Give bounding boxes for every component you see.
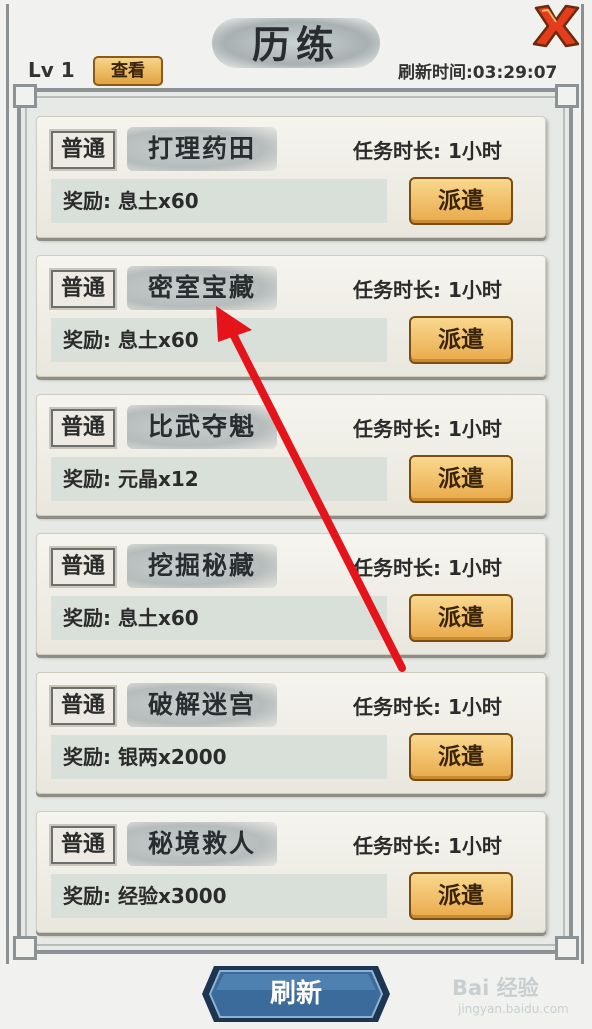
task-reward: 奖励: 息土x60 <box>63 189 199 213</box>
task-name: 破解迷宫 <box>147 690 256 719</box>
task-name: 比武夺魁 <box>147 412 256 441</box>
task-duration: 任务时长: 1小时 <box>353 417 502 441</box>
task-name: 秘境救人 <box>147 829 256 858</box>
rarity-badge: 普通 <box>49 824 117 866</box>
refresh-button-label: 刷新 <box>269 979 322 1009</box>
refresh-timer: 刷新时间:03:29:07 <box>398 63 558 83</box>
rarity-badge: 普通 <box>49 407 117 449</box>
task-card: 普通 挖掘秘藏 任务时长: 1小时 奖励: 息土x60 派遣 <box>36 533 546 655</box>
task-reward: 奖励: 经验x3000 <box>63 884 227 908</box>
task-card: 普通 比武夺魁 任务时长: 1小时 奖励: 元晶x12 派遣 <box>36 394 546 516</box>
dispatch-button[interactable]: 派遣 <box>409 455 513 503</box>
dispatch-button[interactable]: 派遣 <box>409 177 513 225</box>
task-name: 挖掘秘藏 <box>147 551 256 580</box>
level-label: Lv 1 <box>28 58 75 82</box>
frame-corner-ornament <box>555 84 579 108</box>
watermark-logo: Bai 经验 <box>452 976 539 1000</box>
watermark-url: jingyan.baidu.com <box>458 1002 569 1016</box>
task-card: 普通 破解迷宫 任务时长: 1小时 奖励: 银两x2000 派遣 <box>36 672 546 794</box>
page-title: 历练 <box>251 23 340 67</box>
close-icon[interactable] <box>530 2 582 50</box>
frame-corner-ornament <box>13 936 37 960</box>
task-reward: 奖励: 息土x60 <box>63 328 199 352</box>
rarity-badge: 普通 <box>49 129 117 171</box>
dispatch-button[interactable]: 派遣 <box>409 594 513 642</box>
task-reward: 奖励: 元晶x12 <box>63 467 199 491</box>
task-card: 普通 密室宝藏 任务时长: 1小时 奖励: 息土x60 派遣 <box>36 255 546 377</box>
task-duration: 任务时长: 1小时 <box>353 556 502 580</box>
task-reward: 奖励: 息土x60 <box>63 606 199 630</box>
task-duration: 任务时长: 1小时 <box>353 695 502 719</box>
frame-corner-ornament <box>555 936 579 960</box>
task-name: 密室宝藏 <box>147 273 256 302</box>
task-duration: 任务时长: 1小时 <box>353 834 502 858</box>
task-duration: 任务时长: 1小时 <box>353 139 502 163</box>
task-name: 打理药田 <box>147 134 256 163</box>
dispatch-button[interactable]: 派遣 <box>409 872 513 920</box>
task-duration: 任务时长: 1小时 <box>353 278 502 302</box>
frame-corner-ornament <box>13 84 37 108</box>
rarity-badge: 普通 <box>49 546 117 588</box>
dispatch-button[interactable]: 派遣 <box>409 316 513 364</box>
view-button[interactable]: 查看 <box>93 56 163 86</box>
task-card: 普通 秘境救人 任务时长: 1小时 奖励: 经验x3000 派遣 <box>36 811 546 933</box>
rarity-badge: 普通 <box>49 268 117 310</box>
task-reward: 奖励: 银两x2000 <box>63 745 227 769</box>
rarity-badge: 普通 <box>49 685 117 727</box>
task-card: 普通 打理药田 任务时长: 1小时 奖励: 息土x60 派遣 <box>36 116 546 238</box>
dispatch-button[interactable]: 派遣 <box>409 733 513 781</box>
